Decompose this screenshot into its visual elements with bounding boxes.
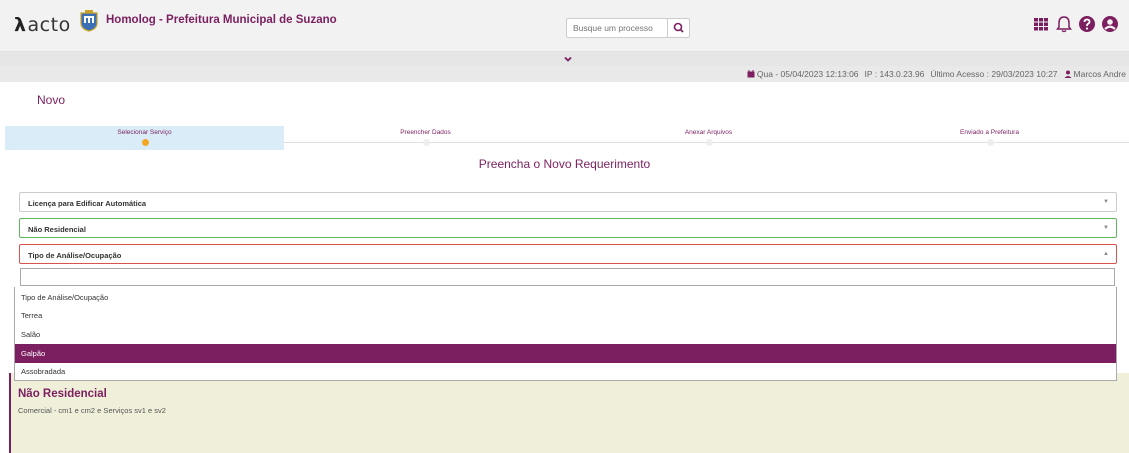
- header-collapse-bar[interactable]: [0, 52, 1129, 66]
- analysis-type-dropdown: Tipo de Análise/Ocupação Terrea Salão Ga…: [14, 287, 1117, 381]
- current-user-name: Marcos Andre: [1073, 69, 1126, 79]
- caret-down-icon: ▼: [1103, 199, 1109, 205]
- user-icon[interactable]: [1101, 15, 1119, 33]
- analysis-type-select-value: Tipo de Análise/Ocupação: [28, 251, 122, 260]
- current-user[interactable]: Marcos Andre: [1064, 69, 1126, 79]
- grid-icon[interactable]: [1032, 15, 1050, 33]
- info-panel-text: Comercial - cm1 e cm2 e Serviços sv1 e s…: [18, 406, 166, 415]
- municipal-crest-icon: [80, 10, 98, 32]
- category-select[interactable]: Não Residencial ▼: [19, 218, 1117, 238]
- dropdown-option[interactable]: Terrea: [15, 306, 1116, 325]
- session-info-bar: Qua - 05/04/2023 12:13:06 IP : 143.0.23.…: [0, 66, 1129, 82]
- dropdown-option[interactable]: Assobradada: [15, 362, 1116, 381]
- analysis-type-select[interactable]: Tipo de Análise/Ocupação ▲: [19, 244, 1117, 264]
- form-subtitle: Preencha o Novo Requerimento: [478, 157, 651, 171]
- step-preencher-dados[interactable]: Preencher Dados: [284, 126, 567, 150]
- acto-logo[interactable]: λacto: [14, 14, 71, 36]
- category-select-value: Não Residencial: [28, 225, 86, 234]
- search-input[interactable]: [567, 19, 667, 37]
- step-label: Enviado a Prefeitura: [960, 129, 1019, 136]
- search-button[interactable]: [667, 19, 689, 37]
- step-indicator: [705, 139, 713, 146]
- app-title[interactable]: Homolog - Prefeitura Municipal de Suzano: [106, 14, 337, 26]
- step-indicator: [422, 139, 430, 146]
- step-anexar-arquivos[interactable]: Anexar Arquivos: [567, 126, 850, 150]
- logo-mark: λ: [14, 14, 27, 36]
- dropdown-search-input[interactable]: [20, 268, 1115, 286]
- page-title: Novo: [37, 93, 66, 107]
- caret-up-icon: ▲: [1103, 251, 1109, 257]
- help-icon[interactable]: [1078, 15, 1096, 33]
- step-label: Selecionar Serviço: [117, 129, 172, 136]
- search-box: [566, 18, 690, 38]
- wizard-steps: Selecionar Serviço Preencher Dados Anexa…: [5, 126, 1129, 150]
- ip-address: IP : 143.0.23.96: [864, 69, 925, 79]
- dropdown-option[interactable]: Tipo de Análise/Ocupação: [15, 288, 1116, 307]
- caret-down-icon: ▼: [1103, 225, 1109, 231]
- chevron-down-icon: [564, 56, 572, 62]
- bell-icon[interactable]: [1055, 15, 1073, 33]
- step-label: Anexar Arquivos: [684, 129, 733, 136]
- step-enviado-prefeitura[interactable]: Enviado a Prefeitura: [850, 126, 1129, 150]
- dropdown-option-highlighted[interactable]: Galpão: [15, 344, 1116, 363]
- service-select[interactable]: Licença para Edificar Automática ▼: [19, 192, 1117, 212]
- dropdown-option[interactable]: Salão: [15, 325, 1116, 344]
- user-small-icon: [1064, 70, 1072, 78]
- session-date-text: Qua - 05/04/2023 12:13:06: [756, 69, 859, 79]
- step-indicator: [141, 139, 149, 146]
- step-indicator: [986, 139, 994, 146]
- calendar-icon: [747, 70, 755, 78]
- category-info-panel: Não Residencial Comercial - cm1 e cm2 e …: [9, 373, 1129, 453]
- last-access: Último Acesso : 29/03/2023 10:27: [930, 69, 1058, 79]
- logo-text: acto: [27, 14, 71, 36]
- search-icon: [673, 22, 684, 33]
- service-select-value: Licença para Edificar Automática: [28, 199, 147, 208]
- info-panel-heading: Não Residencial: [18, 388, 107, 400]
- step-selecionar-servico[interactable]: Selecionar Serviço: [5, 126, 284, 150]
- session-date: Qua - 05/04/2023 12:13:06: [747, 69, 859, 79]
- step-label: Preencher Dados: [400, 129, 451, 136]
- top-navbar: λacto Homolog - Prefeitura Municipal de …: [0, 0, 1129, 52]
